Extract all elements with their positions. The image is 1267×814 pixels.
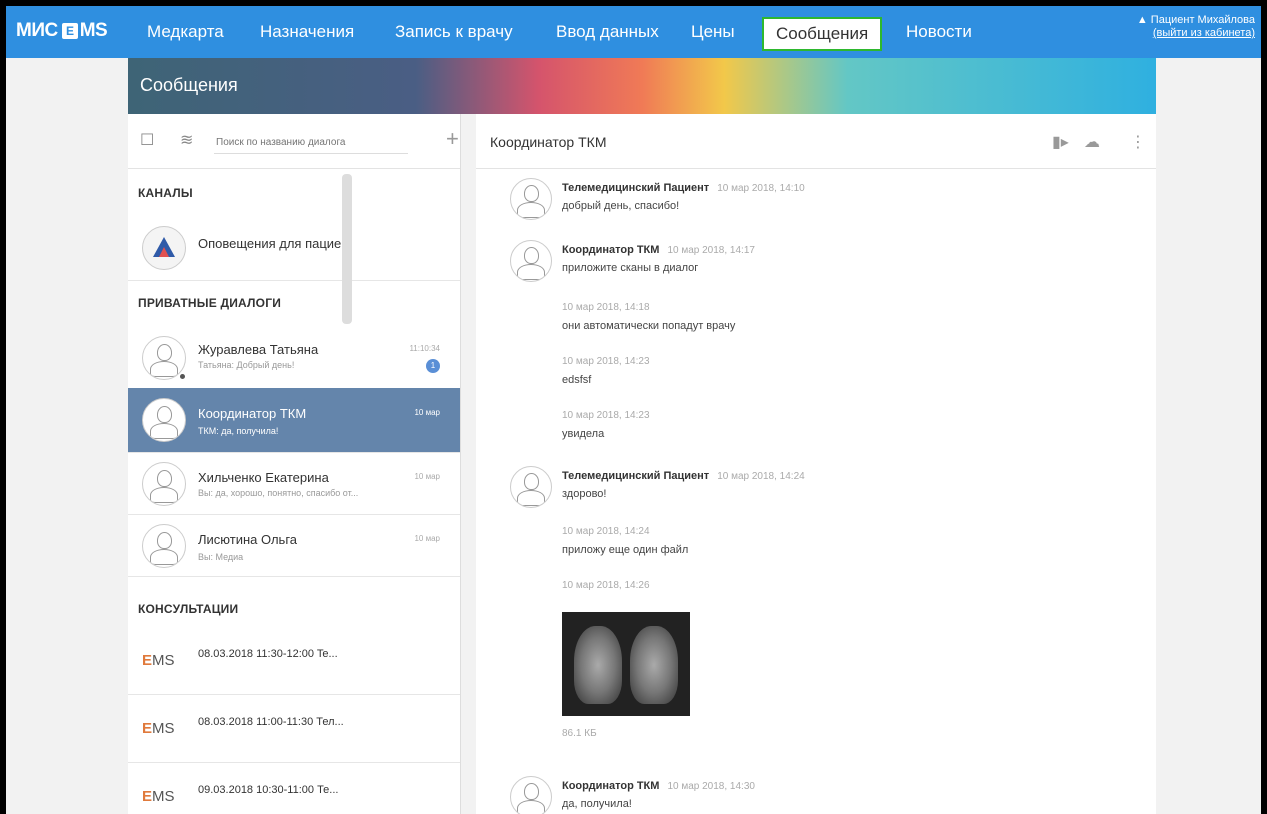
avatar-icon	[142, 398, 186, 442]
top-nav: МИС E MS Медкарта Назначения Запись к вр…	[6, 6, 1261, 58]
dialog-date: 11:10:34	[409, 344, 440, 353]
nav-data-entry[interactable]: Ввод данных	[556, 6, 659, 58]
dialog-preview: Вы: Медиа	[198, 552, 244, 562]
avatar-icon	[142, 462, 186, 506]
dialog-date: 10 мар	[414, 408, 440, 417]
message-author: Телемедицинский Пациент 10 мар 2018, 14:1…	[562, 182, 805, 194]
consultation-item[interactable]: EMS 08.03.2018 11:00-11:30 Тел...	[128, 694, 460, 763]
channel-logo-icon	[142, 226, 186, 270]
message-time: 10 мар 2018, 14:18	[562, 302, 650, 313]
dialog-list-scrollbar[interactable]	[342, 174, 352, 324]
nav-messages[interactable]: Сообщения	[762, 17, 883, 51]
avatar-icon	[142, 336, 186, 380]
ems-logo-icon: EMS	[142, 788, 175, 805]
ems-logo-icon: EMS	[142, 720, 175, 737]
channel-item[interactable]: Оповещения для пацие...	[128, 214, 460, 281]
app-frame: МИС E MS Медкарта Назначения Запись к вр…	[6, 6, 1261, 814]
dialog-name: Хильченко Екатерина	[198, 470, 329, 485]
message-author: Координатор ТКМ 10 мар 2018, 14:17	[562, 244, 755, 256]
unread-badge: 1	[426, 359, 440, 373]
dialog-search-bar: ☐ ≋ +	[128, 114, 460, 169]
user-icon: ▲	[1136, 14, 1148, 26]
message-text: edsfsf	[562, 374, 592, 386]
logo-text: МИС	[16, 20, 58, 41]
message-time: 10 мар 2018, 14:23	[562, 356, 650, 367]
consultation-name: 09.03.2018 10:30-11:00 Те...	[198, 784, 339, 796]
message-text: увидела	[562, 428, 605, 440]
message-text: приложите сканы в диалог	[562, 262, 699, 274]
message-time: 10 мар 2018, 14:30	[667, 781, 755, 792]
add-dialog-icon[interactable]: +	[446, 126, 459, 152]
nav-medcard[interactable]: Медкарта	[147, 6, 224, 58]
message-author: Координатор ТКМ 10 мар 2018, 14:30	[562, 780, 755, 792]
message-time: 10 мар 2018, 14:10	[717, 183, 805, 194]
avatar-icon	[510, 466, 552, 508]
dialog-item-selected[interactable]: Координатор ТКМ ТКМ: да, получила! 10 ма…	[128, 388, 460, 453]
avatar-icon	[510, 178, 552, 220]
dialog-name: Координатор ТКМ	[198, 406, 307, 421]
rss-icon[interactable]: ≋	[180, 130, 193, 150]
dialog-item[interactable]: Лисютина Ольга Вы: Медиа 10 мар	[128, 514, 460, 577]
dialog-name: Лисютина Ольга	[198, 532, 298, 547]
message-time: 10 мар 2018, 14:26	[562, 580, 650, 591]
messages-banner: Сообщения	[128, 58, 1156, 114]
chat-title: Координатор ТКМ	[490, 134, 607, 150]
dialog-item[interactable]: Журавлева Татьяна Татьяна: Добрый день! …	[128, 326, 460, 389]
dialog-preview: ТКМ: да, получила!	[198, 426, 279, 436]
dialog-list-panel: ☐ ≋ + КАНАЛЫ Оповещения для пацие... ПРИ…	[128, 114, 461, 814]
dialog-item[interactable]: Хильченко Екатерина Вы: да, хорошо, поня…	[128, 452, 460, 515]
ems-logo-icon: EMS	[142, 652, 175, 669]
user-block: ▲ Пациент Михайлова (выйти из кабинета)	[1137, 14, 1255, 40]
avatar-icon	[510, 776, 552, 814]
nav-news[interactable]: Новости	[906, 6, 972, 58]
video-icon[interactable]: ▮▸	[1052, 132, 1069, 152]
message-text: здорово!	[562, 488, 607, 500]
logo-suffix: MS	[79, 20, 108, 41]
page-title: Сообщения	[140, 75, 238, 95]
consultation-name: 08.03.2018 11:30-12:00 Te...	[198, 648, 338, 660]
dialog-search-input[interactable]	[214, 131, 408, 154]
message-time: 10 мар 2018, 14:23	[562, 410, 650, 421]
logo[interactable]: МИС E MS	[16, 20, 108, 42]
consultation-item[interactable]: EMS 09.03.2018 10:30-11:00 Те...	[128, 762, 460, 814]
nav-prices[interactable]: Цены	[691, 6, 735, 58]
message-time: 10 мар 2018, 14:24	[562, 526, 650, 537]
dialog-date: 10 мар	[414, 534, 440, 543]
consultation-name: 08.03.2018 11:00-11:30 Тел...	[198, 716, 344, 728]
dialog-preview: Татьяна: Добрый день!	[198, 360, 295, 370]
avatar-icon	[510, 240, 552, 282]
more-menu-icon[interactable]: ⋮	[1130, 132, 1146, 152]
chat-panel: Координатор ТКМ ▮▸ ☁ ⋮ Телемедицинский П…	[476, 114, 1156, 814]
message-time: 10 мар 2018, 14:24	[717, 471, 805, 482]
chat-icon[interactable]: ☐	[140, 130, 154, 150]
dialog-date: 10 мар	[414, 472, 440, 481]
nav-appointments[interactable]: Назначения	[260, 6, 354, 58]
nav-doctor-booking[interactable]: Запись к врачу	[395, 6, 513, 58]
online-dot	[180, 374, 185, 379]
cloud-icon[interactable]: ☁	[1084, 132, 1100, 152]
section-channels: КАНАЛЫ	[138, 186, 193, 200]
user-name[interactable]: Пациент Михайлова	[1151, 14, 1255, 26]
avatar-icon	[142, 524, 186, 568]
dialog-name: Журавлева Татьяна	[198, 342, 319, 357]
consultation-item[interactable]: EMS 08.03.2018 11:30-12:00 Te...	[128, 626, 460, 695]
attachment-size: 86.1 КБ	[562, 728, 597, 739]
dialog-preview: Вы: да, хорошо, понятно, спасибо от...	[198, 488, 359, 498]
logo-badge: E	[61, 23, 78, 39]
logout-link[interactable]: (выйти из кабинета)	[1137, 27, 1255, 40]
xray-attachment-image[interactable]	[562, 612, 690, 716]
chat-header: Координатор ТКМ ▮▸ ☁ ⋮	[476, 114, 1156, 169]
channel-name: Оповещения для пацие...	[198, 236, 353, 251]
section-consultations: КОНСУЛЬТАЦИИ	[138, 602, 239, 616]
message-text: они автоматически попадут врачу	[562, 320, 736, 332]
message-text: да, получила!	[562, 798, 632, 810]
message-text: добрый день, спасибо!	[562, 200, 680, 212]
section-private: ПРИВАТНЫЕ ДИАЛОГИ	[138, 296, 282, 310]
message-author: Телемедицинский Пациент 10 мар 2018, 14:2…	[562, 470, 805, 482]
message-text: приложу еще один файл	[562, 544, 689, 556]
message-time: 10 мар 2018, 14:17	[667, 245, 755, 256]
